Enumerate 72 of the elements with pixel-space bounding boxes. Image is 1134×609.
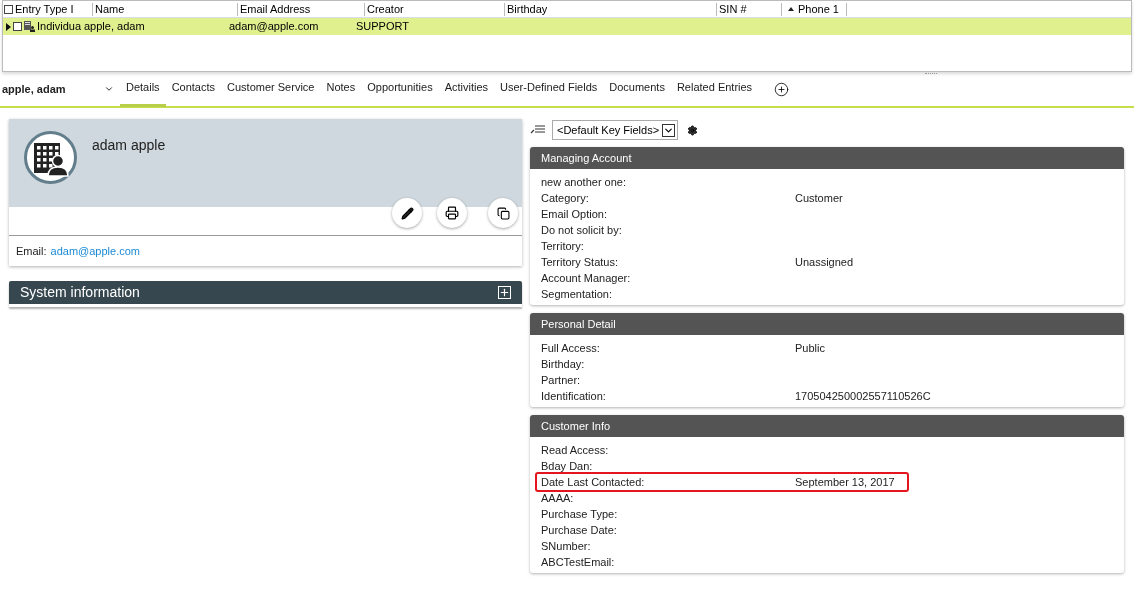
email-label: Email: — [16, 243, 47, 259]
field-label: Read Access: — [541, 442, 610, 458]
contact-name: adam apple — [92, 136, 166, 155]
contact-card-icon — [24, 21, 35, 32]
column-header[interactable]: Phone 1 — [798, 0, 839, 18]
copy-icon — [496, 206, 510, 220]
field-label: ABCTestEmail: — [541, 554, 616, 570]
record-title: apple, adam — [1, 81, 67, 97]
column-header[interactable]: Entry Type I — [15, 0, 74, 18]
field-value: Unassigned — [795, 254, 854, 270]
tab[interactable]: Notes — [320, 71, 362, 107]
collapse-chevron-icon[interactable] — [104, 84, 114, 94]
panel-title: Customer Info — [541, 418, 611, 434]
pencil-icon — [400, 206, 414, 220]
field-value: 170504250002557110526C — [795, 388, 931, 404]
row-checkbox[interactable] — [13, 22, 22, 31]
expand-icon[interactable] — [498, 286, 511, 299]
tab[interactable]: Activities — [438, 71, 495, 107]
field-label: Territory Status: — [541, 254, 620, 270]
add-tab-icon[interactable] — [774, 81, 790, 97]
table-cell: apple, adam — [84, 20, 145, 33]
filter-list-icon[interactable] — [530, 124, 546, 136]
tab[interactable]: Opportunities — [361, 71, 439, 107]
grid-row[interactable]: Individua apple, adam adam@apple.com SUPPORT — [3, 18, 1131, 35]
tab[interactable]: Related Entries — [670, 71, 759, 107]
field-label: Full Access: — [541, 340, 601, 356]
table-cell: adam@apple.com — [229, 20, 319, 33]
table-cell: SUPPORT — [356, 20, 409, 33]
field-value: September 13, 2017 — [795, 474, 895, 490]
tab[interactable]: Customer Service — [221, 71, 321, 107]
contact-avatar-icon — [24, 131, 77, 184]
select-all-checkbox[interactable] — [4, 4, 13, 14]
field-label: Segmentation: — [541, 286, 613, 302]
field-label: Identification: — [541, 388, 607, 404]
column-header[interactable]: SIN # — [719, 0, 747, 18]
field-label: Account Manager: — [541, 270, 632, 286]
field-label: new another one: — [541, 174, 627, 190]
settings-icon[interactable] — [687, 124, 699, 136]
field-label: Email Option: — [541, 206, 609, 222]
tab[interactable]: Contacts — [165, 71, 222, 107]
key-fields-select[interactable]: <Default Key Fields> — [552, 120, 679, 140]
field-label: Purchase Type: — [541, 506, 619, 522]
section-title: System information — [20, 283, 140, 302]
table-cell: Individua — [37, 20, 82, 33]
printer-icon — [445, 206, 459, 220]
field-label: Territory: — [541, 238, 585, 254]
edit-button[interactable] — [392, 198, 422, 228]
field-label: Do not solicit by: — [541, 222, 623, 238]
field-label: AAAA: — [541, 490, 575, 506]
field-label: Date Last Contacted: — [541, 474, 646, 490]
print-button[interactable] — [437, 198, 467, 228]
field-label: Bday Dan: — [541, 458, 594, 474]
email-link[interactable]: adam@apple.com — [50, 242, 140, 260]
field-label: Birthday: — [541, 356, 586, 372]
field-label: Purchase Date: — [541, 522, 618, 538]
field-label: Category: — [541, 190, 590, 206]
field-label: Partner: — [541, 372, 582, 388]
tab[interactable]: User-Defined Fields — [494, 71, 604, 107]
field-label: SNumber: — [541, 538, 592, 554]
tab[interactable]: Documents — [603, 71, 671, 107]
column-header[interactable]: Birthday — [507, 0, 548, 18]
copy-button[interactable] — [488, 198, 518, 228]
field-value: Customer — [795, 190, 843, 206]
panel-title: Personal Detail — [541, 316, 616, 332]
column-header[interactable]: Creator — [367, 0, 404, 18]
field-value: Public — [795, 340, 825, 356]
tab[interactable]: Details — [120, 71, 166, 107]
system-info-header[interactable]: System information — [9, 281, 522, 307]
column-header[interactable]: Name — [95, 0, 125, 18]
panel-title: Managing Account — [541, 150, 632, 166]
select-value: <Default Key Fields> — [557, 122, 660, 138]
column-header[interactable]: Email Address — [240, 0, 311, 18]
